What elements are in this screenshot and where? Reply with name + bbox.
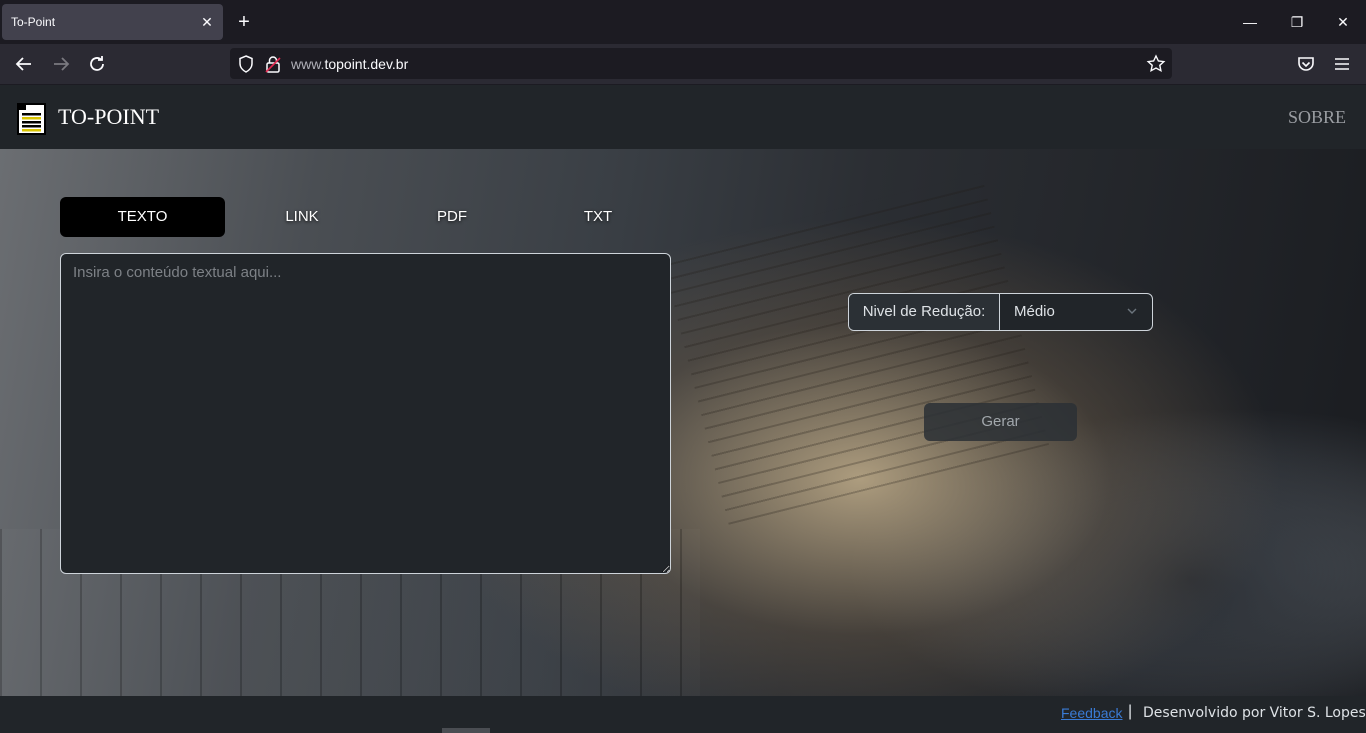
site-footer: Feedback | Desenvolvido por Vitor S. Lop… [0,696,1366,733]
back-icon[interactable] [13,53,35,75]
menu-icon[interactable] [1331,53,1353,75]
browser-tab-title: To-Point [11,15,56,29]
footer-separator: | [1128,703,1133,720]
tab-link[interactable]: LINK [260,197,344,237]
reduction-level-select[interactable]: Médio [1000,294,1152,330]
lock-warning-icon[interactable] [265,55,281,73]
generate-button[interactable]: Gerar [924,403,1077,441]
chevron-down-icon [1127,308,1137,314]
reload-icon[interactable] [86,53,108,75]
nav-link-sobre[interactable]: SOBRE [1288,107,1346,128]
site-header: TO-POINT SOBRE [0,85,1366,149]
forward-icon[interactable] [50,53,72,75]
tab-pdf[interactable]: PDF [410,197,494,237]
shield-icon[interactable] [238,55,254,73]
text-content-input[interactable] [60,253,671,574]
background-book-texture [661,173,1049,525]
horizontal-scrollbar[interactable] [442,728,490,733]
browser-tab[interactable]: To-Point ✕ [2,4,223,40]
new-tab-icon[interactable]: + [233,11,255,33]
restore-icon[interactable]: ❐ [1285,10,1309,34]
bookmark-star-icon[interactable] [1146,54,1166,74]
reduction-level-label: Nivel de Redução: [849,294,1000,330]
reduction-level-value: Médio [1014,303,1055,320]
address-bar[interactable]: www.topoint.dev.br [230,48,1172,79]
tab-txt[interactable]: TXT [556,197,640,237]
feedback-link[interactable]: Feedback [1061,705,1122,721]
browser-tab-strip: To-Point ✕ + — ❐ ✕ [0,0,1366,44]
brand-name[interactable]: TO-POINT [58,104,159,130]
reduction-level-group: Nivel de Redução: Médio [848,293,1153,331]
main-content: TEXTO LINK PDF TXT Nivel de Redução: Méd… [0,149,1366,696]
url-text[interactable]: www.topoint.dev.br [291,56,408,72]
tab-texto[interactable]: TEXTO [60,197,225,237]
window-close-icon[interactable]: ✕ [1331,10,1355,34]
document-icon[interactable] [17,103,46,135]
browser-toolbar: www.topoint.dev.br [0,44,1366,84]
pocket-icon[interactable] [1295,53,1317,75]
close-tab-icon[interactable]: ✕ [197,12,217,32]
developer-credit: Desenvolvido por Vitor S. Lopes [1143,705,1366,721]
minimize-icon[interactable]: — [1238,10,1262,34]
